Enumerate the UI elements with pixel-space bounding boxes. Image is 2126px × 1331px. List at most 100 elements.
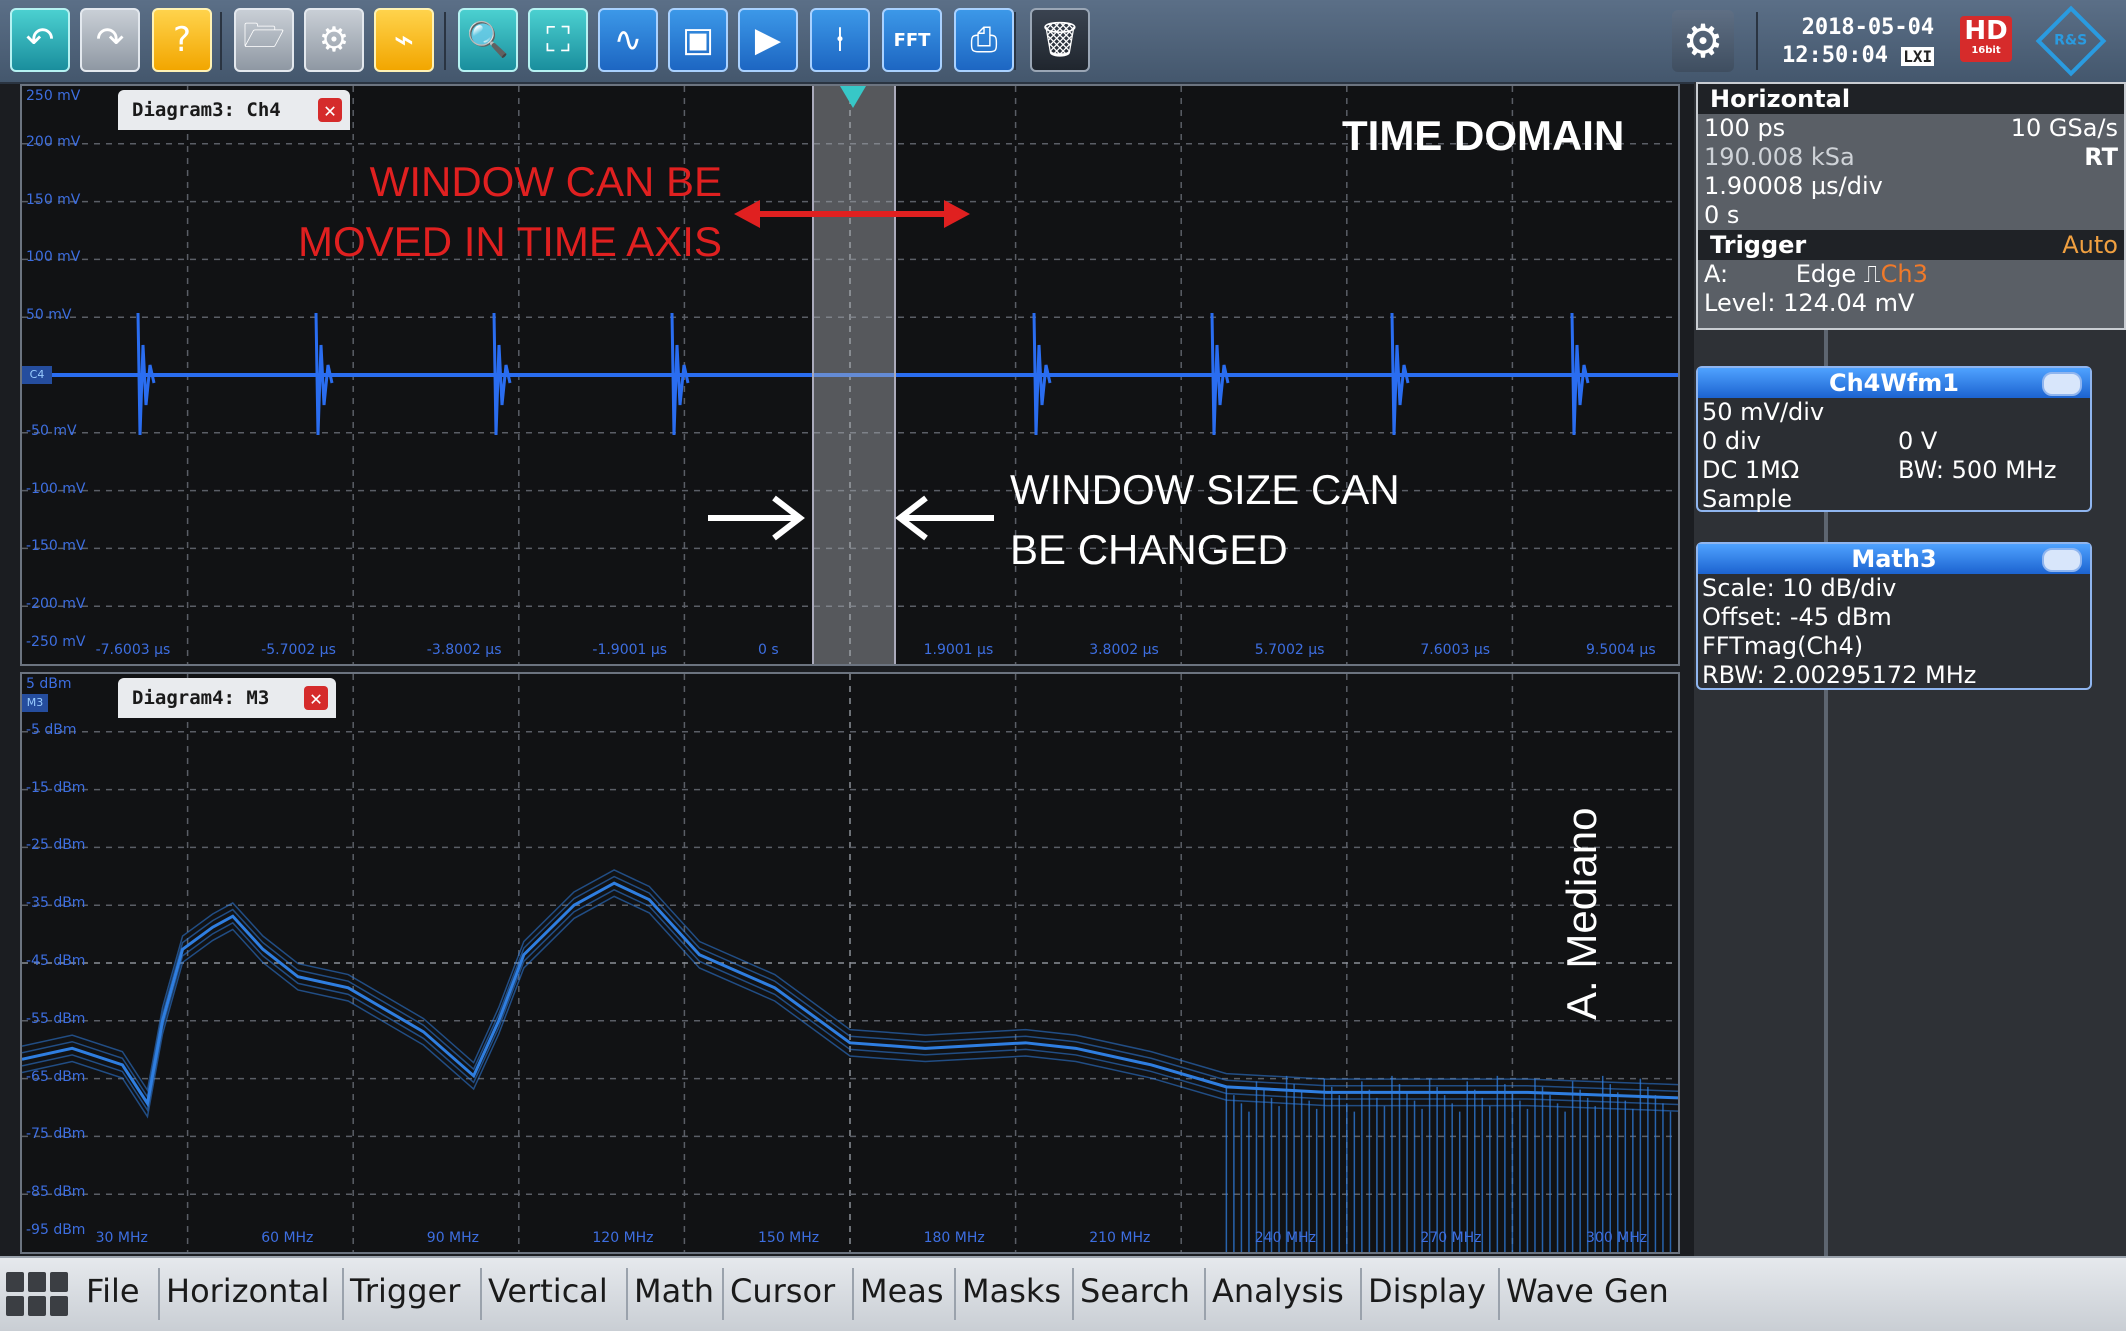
print-icon: ⎙ [970,20,998,60]
toolbar: ↶ ↷? 🗁 ⚙ ⌁ 🔍 ⛶ ∿ ▣ ▶ ⍿ FFT ⎙ 🗑 ⚙ 2018-05-04 12:50:04 … [0,0,2126,84]
math3-scale: Scale: 10 dB/div [1702,574,1897,602]
x-tick-label: -1.9001 µs [592,642,668,658]
menu-item-math[interactable]: Math [634,1272,714,1310]
zoom-button[interactable]: 🔍 [458,8,518,72]
y-tick-label: -65 dBm [26,1068,86,1085]
diagram4-fft[interactable]: 5 dBm -5 dBm -15 dBm -25 dBm -35 dBm -45 dBm -… [20,672,1680,1254]
x-tick-label: 60 MHz [261,1230,314,1246]
toolbar-separator [220,12,222,70]
redo-button[interactable]: ↷ [80,8,140,72]
menu-item-vertical[interactable]: Vertical [488,1272,608,1310]
horizontal-row-3: 1.90008 µs/div [1704,172,1883,200]
menu-item-cursor[interactable]: Cursor [730,1272,835,1310]
y-tick-label: -150 mV [26,538,86,555]
gear-icon: ⚙ [1682,14,1724,68]
settings-save-icon: ⚙ [318,20,350,60]
horizontal-header: Horizontal [1698,84,2124,114]
ch4wfm1-header: Ch4Wfm1 [1698,368,2090,398]
y-tick-label: 100 mV [26,249,81,266]
x-tick-label: 9.5004 µs [1586,642,1656,658]
save-settings-button[interactable]: ⚙ [304,8,364,72]
y-tick-label: -50 mV [26,422,77,439]
x-tick-label: -3.8002 µs [426,642,502,658]
horizontal-row-4: 0 s [1704,201,1740,229]
ch4-acq: Sample [1702,485,1792,513]
autoset-button[interactable]: ⌁ [374,8,434,72]
horizontal-trigger-panel[interactable]: Horizontal 100 ps 10 GSa/s 190.008 kSa RT … [1696,82,2126,330]
fft-icon: FFT [893,29,931,51]
horizontal-row-1: 100 ps 10 GSa/s [1704,114,2118,142]
x-tick-label: 180 MHz [923,1230,985,1246]
menu-separator [852,1268,854,1320]
menu-item-masks[interactable]: Masks [962,1272,1061,1310]
undo-icon: ↶ [25,20,55,60]
horizontal-row-2: 190.008 kSa RT [1704,143,2118,171]
menu-item-file[interactable]: File [86,1272,140,1310]
x-tick-label: 7.6003 µs [1420,642,1491,658]
y-tick-label: -85 dBm [26,1184,86,1201]
menu-separator [954,1268,956,1320]
histogram-button[interactable]: ▣ [668,8,728,72]
y-tick-label: 5 dBm [26,676,72,692]
undo-button[interactable]: ↶ [10,8,70,72]
hd-mode-badge[interactable]: HD 16bit [1960,16,2012,62]
menu-item-trigger[interactable]: Trigger [350,1272,460,1310]
x-tick-label: 5.7002 µs [1254,642,1325,658]
x-tick-label: 240 MHz [1254,1230,1316,1246]
open-file-button[interactable]: 🗁 [234,8,294,72]
time-label: 12:50:04 LXI [1782,43,1935,68]
settings-button[interactable]: ⚙ [1672,10,1734,72]
measure-button[interactable]: ∿ [598,8,658,72]
apps-grid-icon[interactable] [6,1272,68,1316]
marker-button[interactable]: ⍿ [810,8,870,72]
print-button[interactable]: ⎙ [954,8,1014,72]
chip-icon: ▣ [681,20,715,60]
minimize-icon[interactable] [2042,372,2082,396]
math3-header: Math3 [1698,544,2090,574]
minimize-icon[interactable] [2042,548,2082,572]
x-tick-label: 3.8002 µs [1089,642,1159,658]
diagram3-tab-label: Diagram3: Ch4 [132,99,281,121]
menu-item-analysis[interactable]: Analysis [1212,1272,1344,1310]
fft-gate-window[interactable] [812,86,896,664]
menu-separator [342,1268,344,1320]
menu-item-horizontal[interactable]: Horizontal [166,1272,329,1310]
help-button[interactable]: ? [152,8,212,72]
menu-item-display[interactable]: Display [1368,1272,1486,1310]
x-tick-label: 150 MHz [758,1230,820,1246]
y-tick-label: -75 dBm [26,1126,86,1143]
diagram4-tab[interactable]: Diagram4: M3 ✕ [118,678,336,718]
toolbar-separator [444,12,446,70]
trigger-marker-icon [840,86,866,108]
diagram3-time-domain[interactable]: 250 mV200 mV150 mV100 mV50 mV0 V-50 mV-1… [20,84,1680,666]
fft-button[interactable]: FFT [882,8,942,72]
run-button[interactable]: ▶ [738,8,798,72]
find-button[interactable]: ⛶ [528,8,588,72]
menu-separator [1360,1268,1362,1320]
lxi-icon: LXI [1901,47,1935,66]
delete-button[interactable]: 🗑 [1030,8,1090,72]
y-tick-label: -45 dBm [26,953,86,969]
math-marker: M3 [22,694,48,712]
trigger-row-2: Level: 124.04 mV [1704,289,1915,317]
y-tick-label: -15 dBm [26,779,86,796]
x-tick-label: 30 MHz [95,1230,148,1246]
autoset-icon: ⌁ [393,20,415,60]
menu-separator [722,1268,724,1320]
y-tick-label: 250 mV [26,88,81,104]
toolbar-separator [1014,12,1016,70]
math3-panel[interactable]: Math3 Scale: 10 dB/div Offset: -45 dBm F… [1696,542,2092,690]
menu-separator [1072,1268,1074,1320]
redo-icon: ↷ [95,20,125,60]
math3-offset: Offset: -45 dBm [1702,603,1892,631]
close-icon[interactable]: ✕ [318,98,342,122]
close-icon[interactable]: ✕ [304,686,328,710]
fft-plot [22,674,1678,1252]
diagram4-tab-label: Diagram4: M3 [132,687,270,709]
menu-item-meas[interactable]: Meas [860,1272,944,1310]
math3-func: FFTmag(Ch4) [1702,632,1864,660]
ch4wfm1-panel[interactable]: Ch4Wfm1 50 mV/div 0 div 0 V DC 1MΩ BW: 500… [1696,366,2092,513]
diagram3-tab[interactable]: Diagram3: Ch4 ✕ [118,90,350,130]
menu-item-wave-gen[interactable]: Wave Gen [1506,1272,1669,1310]
menu-item-search[interactable]: Search [1080,1272,1190,1310]
